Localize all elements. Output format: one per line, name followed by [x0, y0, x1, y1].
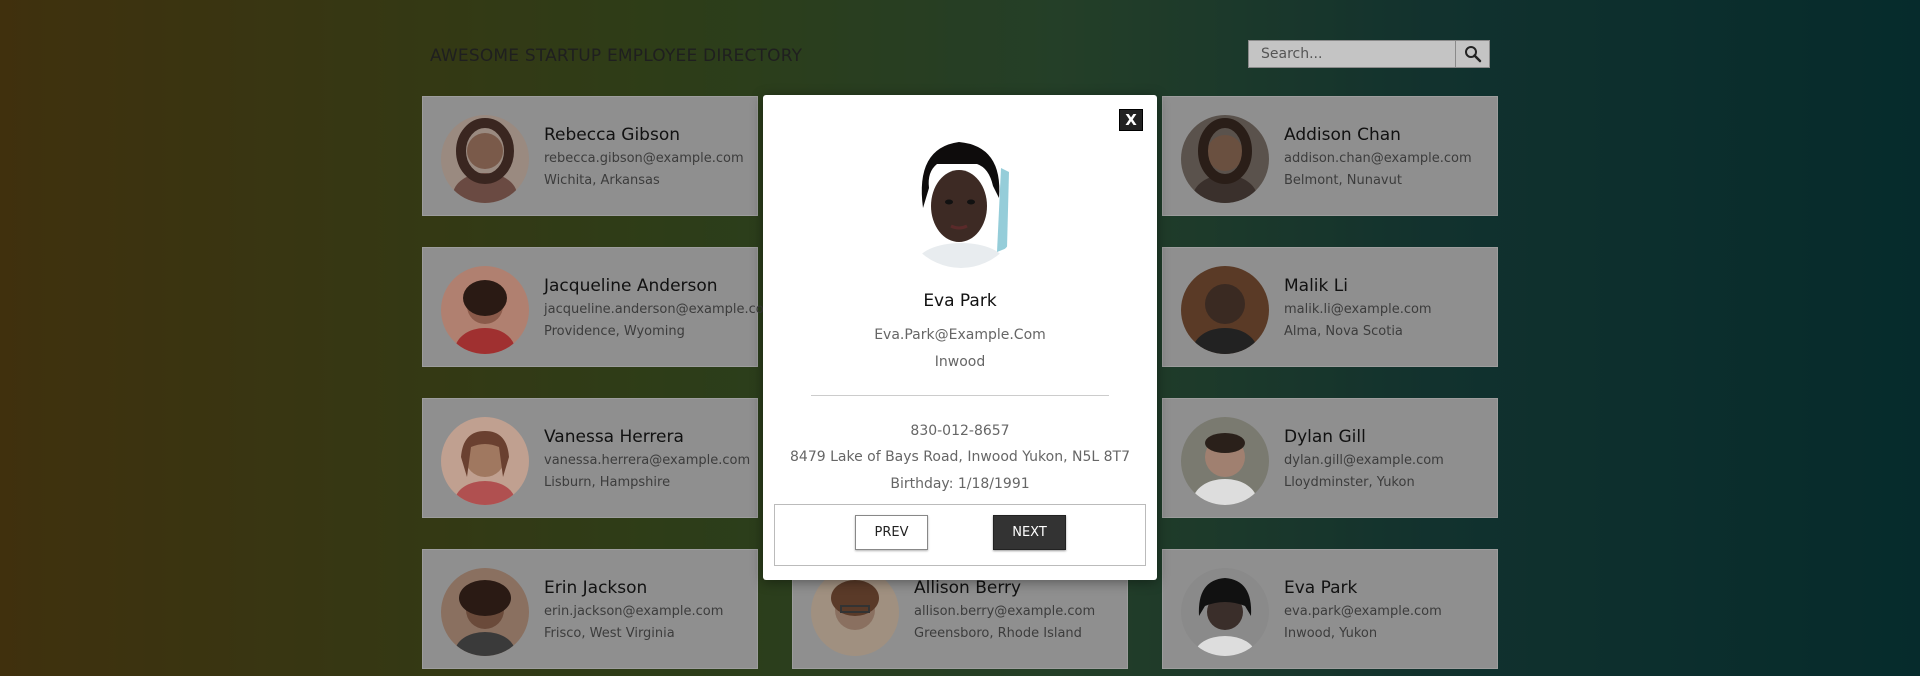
- avatar: [811, 568, 899, 656]
- employee-email: dylan.gill@example.com: [1284, 453, 1444, 468]
- employee-email: addison.chan@example.com: [1284, 151, 1472, 166]
- employee-name: Eva Park: [1284, 578, 1358, 598]
- employee-name: Dylan Gill: [1284, 427, 1366, 447]
- modal-nav: PREV NEXT: [774, 504, 1146, 566]
- employee-email: eva.park@example.com: [1284, 604, 1442, 619]
- employee-location: Frisco, West Virginia: [544, 626, 675, 641]
- employee-name: Addison Chan: [1284, 125, 1401, 145]
- employee-card[interactable]: Jacqueline Anderson jacqueline.anderson@…: [422, 247, 776, 367]
- search-input[interactable]: [1248, 40, 1456, 68]
- modal-employee-birthday: Birthday: 1/18/1991: [890, 476, 1030, 492]
- close-button[interactable]: X: [1119, 109, 1143, 131]
- modal-divider: [811, 395, 1109, 396]
- employee-card[interactable]: Erin Jackson erin.jackson@example.com Fr…: [422, 549, 758, 669]
- search-button[interactable]: [1456, 40, 1490, 68]
- employee-name: Erin Jackson: [544, 578, 648, 598]
- employee-card[interactable]: Vanessa Herrera vanessa.herrera@example.…: [422, 398, 758, 518]
- employee-modal: X Eva Park Eva.Park@Example.Com Inwood 8…: [763, 95, 1157, 580]
- employee-email: erin.jackson@example.com: [544, 604, 724, 619]
- employee-name: Allison Berry: [914, 578, 1022, 598]
- search-container: [1248, 40, 1490, 70]
- employee-name: Jacqueline Anderson: [544, 276, 718, 296]
- modal-avatar: [897, 128, 1025, 268]
- modal-employee-address: 8479 Lake of Bays Road, Inwood Yukon, N5…: [790, 449, 1130, 465]
- employee-email: rebecca.gibson@example.com: [544, 151, 744, 166]
- employee-location: Providence, Wyoming: [544, 324, 685, 339]
- avatar: [441, 417, 529, 505]
- avatar: [1181, 115, 1269, 203]
- modal-employee-name: Eva Park: [923, 291, 997, 311]
- avatar: [1181, 417, 1269, 505]
- magnifier-icon: [1464, 46, 1481, 63]
- modal-employee-city: Inwood: [934, 354, 986, 370]
- avatar: [1181, 266, 1269, 354]
- employee-name: Malik Li: [1284, 276, 1348, 296]
- employee-location: Wichita, Arkansas: [544, 173, 660, 188]
- employee-email: allison.berry@example.com: [914, 604, 1096, 619]
- employee-location: Greensboro, Rhode Island: [914, 626, 1082, 641]
- employee-email: jacqueline.anderson@example.com: [544, 302, 777, 317]
- avatar: [441, 115, 529, 203]
- employee-card[interactable]: Malik Li malik.li@example.com Alma, Nova…: [1162, 247, 1498, 367]
- employee-location: Alma, Nova Scotia: [1284, 324, 1403, 339]
- employee-name: Rebecca Gibson: [544, 125, 680, 145]
- employee-location: Lloydminster, Yukon: [1284, 475, 1415, 490]
- avatar: [441, 568, 529, 656]
- avatar: [1181, 568, 1269, 656]
- employee-location: Inwood, Yukon: [1284, 626, 1378, 641]
- page-title: AWESOME STARTUP EMPLOYEE DIRECTORY: [430, 46, 803, 66]
- employee-email: vanessa.herrera@example.com: [544, 453, 751, 468]
- employee-card[interactable]: Addison Chan addison.chan@example.com Be…: [1162, 96, 1498, 216]
- modal-employee-email: Eva.Park@Example.Com: [874, 327, 1046, 343]
- employee-name: Vanessa Herrera: [544, 427, 684, 447]
- employee-card[interactable]: Dylan Gill dylan.gill@example.com Lloydm…: [1162, 398, 1498, 518]
- employee-email: malik.li@example.com: [1284, 302, 1432, 317]
- employee-location: Belmont, Nunavut: [1284, 173, 1402, 188]
- prev-button[interactable]: PREV: [855, 515, 928, 550]
- next-button[interactable]: NEXT: [993, 515, 1066, 550]
- modal-employee-phone: 830-012-8657: [910, 423, 1010, 439]
- employee-location: Lisburn, Hampshire: [544, 475, 671, 490]
- avatar: [441, 266, 529, 354]
- employee-card[interactable]: Rebecca Gibson rebecca.gibson@example.co…: [422, 96, 758, 216]
- page-header: AWESOME STARTUP EMPLOYEE DIRECTORY: [430, 40, 1490, 76]
- employee-card[interactable]: Eva Park eva.park@example.com Inwood, Yu…: [1162, 549, 1498, 669]
